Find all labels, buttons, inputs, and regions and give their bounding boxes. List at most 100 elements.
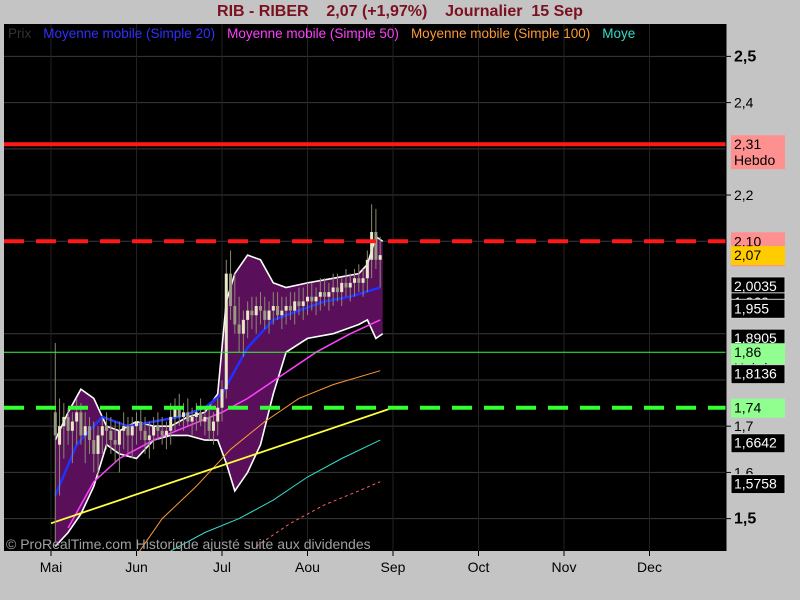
candle-body: [378, 255, 382, 260]
candle-body: [186, 412, 190, 422]
price-label: 1,5758: [734, 476, 777, 492]
candle-body: [207, 416, 211, 431]
watermark: © ProRealTime.com Historique ajusté suit…: [6, 536, 371, 552]
y-tick-label: 2,5: [734, 48, 756, 65]
candle-body: [237, 324, 241, 334]
legend-item-2: Moyenne mobile (Simple 50): [227, 26, 399, 41]
candle-body: [310, 296, 314, 302]
candle-body: [254, 305, 258, 316]
candle-body: [224, 273, 228, 390]
candle-body: [233, 305, 237, 325]
candle-body: [335, 287, 339, 293]
candle-body: [143, 430, 147, 441]
x-axis: Mai Jun Jul Aou Sep Oct Nov Dec: [40, 551, 662, 575]
candle-body: [280, 310, 284, 316]
legend: Prix Moyenne mobile (Simple 20) Moyenne mo…: [8, 26, 635, 41]
candle-body: [194, 412, 198, 417]
candle-body: [122, 426, 126, 431]
x-tick-label: Jun: [125, 559, 148, 575]
price-label: 2,31: [734, 136, 761, 152]
candle-body: [340, 282, 344, 293]
price-label-sub: Hebdo: [734, 152, 775, 168]
price-label: 1,86: [734, 344, 761, 360]
candle-body: [293, 301, 297, 311]
candle-body: [348, 282, 352, 288]
candle-body: [87, 426, 91, 441]
candle-body: [160, 430, 164, 436]
candle-body: [327, 292, 331, 297]
candle-body: [353, 278, 357, 283]
legend-item-3: Moyenne mobile (Simple 100): [411, 26, 590, 41]
title-period: Journalier: [445, 3, 523, 20]
candle-body: [276, 305, 280, 316]
candle-body: [246, 310, 250, 320]
candle-body: [211, 421, 215, 431]
price-label: 1,74: [734, 400, 761, 416]
candle-body: [323, 292, 327, 297]
title-symbol: RIB - RIBER: [217, 3, 309, 20]
candle-body: [258, 305, 262, 311]
candle-body: [66, 416, 70, 431]
candle-body: [199, 412, 203, 422]
candle-body: [263, 310, 267, 320]
x-tick-label: Jul: [213, 559, 231, 575]
candle-body: [203, 416, 207, 422]
candle-body: [229, 273, 233, 306]
price-label: 2,0035: [734, 278, 777, 294]
candle-body: [182, 412, 186, 417]
candle-body: [284, 305, 288, 311]
price-chart[interactable]: Prix Moyenne mobile (Simple 20) Moyenne mo…: [0, 24, 800, 600]
y-tick-label: 2,2: [734, 187, 754, 203]
candle-body: [70, 421, 74, 431]
candle-body: [267, 310, 271, 320]
candle-body: [130, 426, 134, 436]
candle-body: [53, 412, 57, 436]
candle-body: [92, 440, 96, 454]
candle-body: [117, 430, 121, 445]
price-label: 1,8136: [734, 366, 777, 382]
candle-body: [113, 440, 117, 445]
candle-body: [105, 426, 109, 431]
x-tick-label: Oct: [468, 559, 490, 575]
x-tick-label: Mai: [40, 559, 63, 575]
candle-body: [100, 426, 104, 436]
y-axis: 2,52,42,21,71,61,52,31Hebdo2,10Hebdo2,07…: [725, 24, 786, 551]
legend-item-1: Moyenne mobile (Simple 20): [43, 26, 215, 41]
candle-body: [83, 426, 87, 436]
candle-body: [250, 310, 254, 316]
price-label: 2,07: [734, 247, 761, 263]
candle-body: [370, 232, 374, 260]
candle-body: [374, 232, 378, 260]
candle-body: [139, 421, 143, 431]
candle-body: [96, 435, 100, 454]
candle-body: [361, 278, 365, 283]
candle-body: [152, 426, 156, 436]
candle-body: [62, 416, 66, 427]
candle-body: [288, 305, 292, 311]
x-tick-label: Sep: [381, 559, 406, 575]
candle-body: [271, 305, 275, 311]
candle-body: [365, 259, 369, 279]
title-price-change: 2,07 (+1,97%): [326, 3, 428, 20]
candle-body: [164, 430, 168, 436]
price-label: 1,6642: [734, 435, 777, 451]
y-tick-label: 1,5: [734, 511, 756, 528]
candle-body: [331, 287, 335, 293]
candle-body: [301, 301, 305, 306]
price-label: 1,955: [734, 300, 769, 316]
candle-body: [135, 421, 138, 427]
candle-body: [75, 412, 79, 422]
title-date: 15 Sep: [531, 3, 583, 20]
candle-body: [109, 430, 113, 441]
candle-body: [216, 407, 220, 422]
candle-body: [241, 319, 245, 334]
candle-body: [169, 416, 173, 431]
chart-title: RIB - RIBER 2,07 (+1,97%) Journalier 15 …: [0, 0, 800, 24]
candle-body: [220, 389, 224, 408]
y-tick-label: 1,7: [734, 418, 754, 434]
candle-body: [147, 435, 151, 441]
x-tick-label: Dec: [637, 559, 662, 575]
candle-body: [58, 426, 62, 445]
legend-item-4: Moye: [602, 26, 635, 41]
candle-body: [297, 301, 301, 306]
